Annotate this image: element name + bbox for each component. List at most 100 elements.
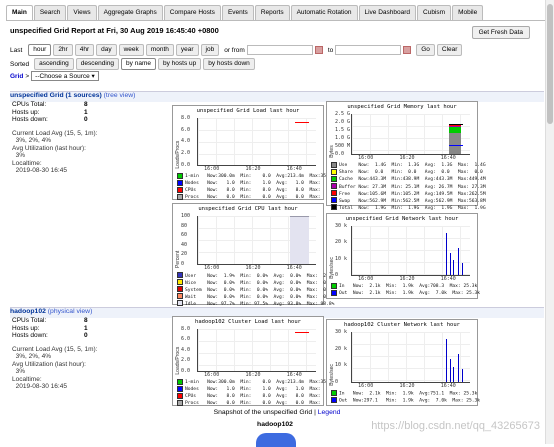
- sort-descending-button[interactable]: descending: [76, 58, 119, 70]
- legend-text: 1-min Now:300.0m Min: 0.0 Avg:213.4m Max…: [185, 174, 337, 179]
- tab-cubism[interactable]: Cubism: [417, 5, 451, 20]
- get-fresh-data-button[interactable]: Get Fresh Data: [472, 26, 530, 39]
- legend-row: 1-min Now:300.0m Min: 0.0 Avg:213.4m Max…: [177, 173, 337, 180]
- legend-row: System Now: 0.0% Min: 0.0% Avg: 0.0% Max…: [177, 286, 334, 293]
- tab-search[interactable]: Search: [34, 5, 67, 20]
- scrollbar-thumb[interactable]: [547, 4, 553, 124]
- tab-views[interactable]: Views: [67, 5, 96, 20]
- grid-title[interactable]: unspecified Grid (1 sources): [10, 92, 102, 99]
- sort-ascending-button[interactable]: ascending: [34, 58, 74, 70]
- legend-text: Procs Now: 0.0 Min: 0.0 Avg: 0.0 Max: 0.…: [185, 195, 337, 200]
- tab-live-dashboard[interactable]: Live Dashboard: [359, 5, 417, 20]
- host-network-graph[interactable]: hadoop102 Cluster Network last hourBytes…: [326, 319, 478, 406]
- graph-x-tick: 16:00: [204, 372, 219, 378]
- range-hour-button[interactable]: hour: [28, 44, 51, 56]
- graph-y-tick: 2.5 G: [335, 111, 350, 117]
- sort-by-hosts-down-button[interactable]: by hosts down: [203, 58, 255, 70]
- graph-x-tick: 16:00: [358, 155, 373, 161]
- legend-row: Nodes Now: 1.0 Min: 1.0 Avg: 1.0 Max: 1.…: [177, 386, 337, 393]
- legend-text: Idle Now: 97.7% Min: 97.5% Avg: 93.8% Ma…: [185, 302, 334, 307]
- from-date-input[interactable]: [247, 45, 313, 55]
- tab-main[interactable]: Main: [6, 5, 33, 20]
- breadcrumb-arrow: >: [25, 73, 29, 80]
- graph-y-tick: 1.0 G: [335, 135, 350, 141]
- legend-link[interactable]: Legend: [318, 409, 341, 416]
- calendar-icon[interactable]: [315, 46, 323, 54]
- range-day-button[interactable]: day: [96, 44, 116, 56]
- graph-y-tick: 100: [181, 213, 190, 219]
- legend-swatch: [331, 204, 337, 210]
- graph-legend: In Now: 2.1k Min: 1.9k Avg:708.3 Max: 25…: [331, 283, 480, 297]
- tab-aggregate-graphs[interactable]: Aggregate Graphs: [98, 5, 163, 20]
- host-title[interactable]: hadoop102: [10, 308, 46, 315]
- legend-swatch: [177, 180, 183, 186]
- range-month-button[interactable]: month: [146, 44, 174, 56]
- legend-text: Nodes Now: 1.0 Min: 1.0 Avg: 1.0 Max: 1.…: [185, 181, 337, 186]
- graph-legend: 1-min Now:300.0m Min: 0.0 Avg:213.4m Max…: [177, 173, 337, 201]
- graph-y-tick: 2.0: [181, 150, 190, 156]
- clear-button[interactable]: Clear: [437, 44, 463, 56]
- graph-y-tick: 0: [335, 272, 338, 278]
- graph-y-tick: 30 k: [335, 223, 347, 229]
- tab-mobile[interactable]: Mobile: [452, 5, 483, 20]
- range-4hr-button[interactable]: 4hr: [75, 44, 94, 56]
- graph-y-tick: 4.0: [181, 138, 190, 144]
- vertical-scrollbar[interactable]: [545, 0, 554, 444]
- grid-link[interactable]: Grid: [10, 73, 23, 80]
- grid-network-graph[interactable]: unspecified Grid Network last hourBytes/…: [326, 213, 478, 299]
- host-cloud-icon[interactable]: [256, 433, 296, 447]
- range-week-button[interactable]: week: [119, 44, 144, 56]
- legend-text: In Now: 2.1k Min: 1.9k Avg:708.3 Max: 25…: [339, 284, 477, 289]
- graph-x-tick: 16:40: [287, 372, 302, 378]
- cpus-total-label: CPUs Total:: [12, 317, 84, 325]
- legend-swatch: [331, 190, 337, 196]
- tab-reports[interactable]: Reports: [255, 5, 290, 20]
- sorted-label: Sorted: [10, 61, 29, 68]
- to-date-input[interactable]: [335, 45, 401, 55]
- sort-by-hosts-up-button[interactable]: by hosts up: [158, 58, 201, 70]
- range-job-button[interactable]: job: [201, 44, 220, 56]
- physical-view-link[interactable]: (physical view): [48, 308, 93, 315]
- graph-title: unspecified Grid Load last hour: [173, 108, 323, 114]
- grid-cpu-graph[interactable]: unspecified Grid CPU last hourPercent100…: [172, 203, 324, 305]
- host-load-graph[interactable]: hadoop102 Cluster Load last hourLoads/Pr…: [172, 316, 324, 406]
- legend-swatch: [331, 290, 337, 296]
- source-select[interactable]: --Choose a Source ▾: [31, 71, 99, 81]
- to-label: to: [328, 47, 333, 54]
- legend-row: Procs Now: 0.0 Min: 0.0 Avg: 0.0 Max: 0.…: [177, 400, 337, 407]
- graph-x-tick: 16:40: [441, 155, 456, 161]
- ganglia-page: MainSearchViewsAggregate GraphsCompare H…: [0, 0, 554, 444]
- graph-y-tick: 80: [181, 223, 187, 229]
- source-select-value: --Choose a Source: [35, 73, 90, 80]
- legend-swatch: [331, 397, 337, 403]
- legend-swatch: [177, 300, 183, 306]
- graph-legend: User Now: 1.9% Min: 0.0% Avg: 0.0% Max: …: [177, 272, 334, 307]
- legend-swatch: [177, 386, 183, 392]
- grid-memory-graph[interactable]: unspecified Grid Memory last hourBytes2.…: [326, 101, 478, 206]
- tree-view-link[interactable]: (tree view): [104, 92, 136, 99]
- range-2hr-button[interactable]: 2hr: [53, 44, 72, 56]
- sort-by-name-button[interactable]: by name: [121, 58, 156, 70]
- graph-x-tick: 16:00: [358, 383, 373, 389]
- graph-y-tick: 1.5 G: [335, 127, 350, 133]
- graph-x-tick: 16:20: [399, 276, 414, 282]
- legend-text: Out Now: 2.1k Min: 1.9k Avg: 7.0k Max: 2…: [339, 291, 480, 296]
- tab-compare-hosts[interactable]: Compare Hosts: [164, 5, 221, 20]
- grid-load-graph[interactable]: unspecified Grid Load last hourLoads/Pro…: [172, 105, 324, 200]
- utilization-value: 3%: [16, 152, 25, 159]
- host-tile-label[interactable]: hadoop102: [240, 421, 310, 428]
- calendar-icon[interactable]: [403, 46, 411, 54]
- legend-row: Wait Now: 0.0% Min: 0.0% Avg: 0.0% Max: …: [177, 293, 334, 300]
- tab-events[interactable]: Events: [222, 5, 254, 20]
- tab-automatic-rotation[interactable]: Automatic Rotation: [291, 5, 358, 20]
- graph-y-tick: 6.0: [181, 127, 190, 133]
- go-button[interactable]: Go: [416, 44, 435, 56]
- range-year-button[interactable]: year: [176, 44, 199, 56]
- legend-swatch: [177, 393, 183, 399]
- time-range-bar: Last hour2hr4hrdayweekmonthyearjob or fr…: [10, 44, 462, 56]
- legend-text: Wait Now: 0.0% Min: 0.0% Avg: 0.0% Max: …: [185, 295, 334, 300]
- legend-swatch: [177, 293, 183, 299]
- graph-legend: In Now: 2.1k Min: 1.9k Avg:751.1 Max: 25…: [331, 390, 480, 404]
- grid-section-title: unspecified Grid (1 sources) (tree view): [10, 92, 135, 99]
- localtime-value: 2019-08-30 16:45: [16, 383, 67, 390]
